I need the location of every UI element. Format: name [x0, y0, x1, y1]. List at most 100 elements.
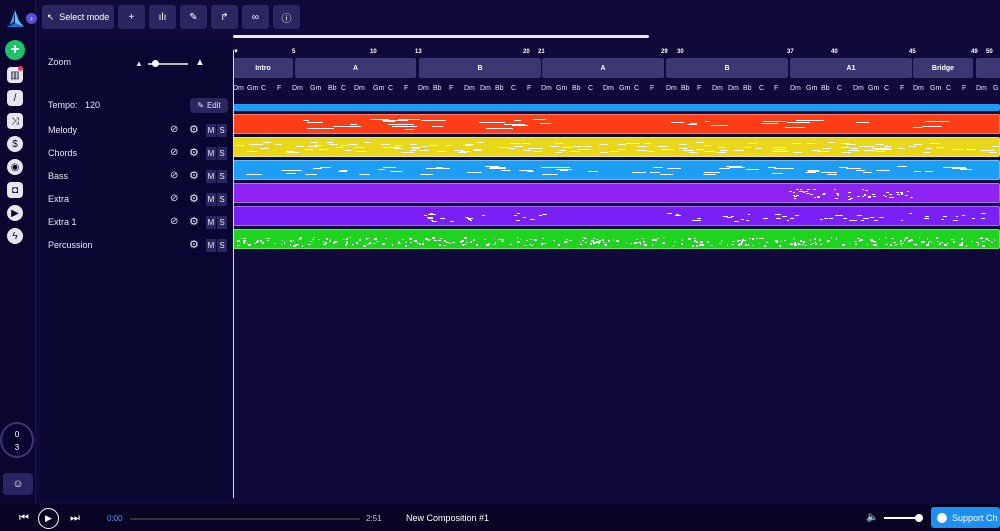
section-block[interactable]: Bridge [913, 58, 973, 78]
track-name[interactable]: Bass [48, 171, 68, 181]
select-mode-button[interactable]: ↖ Select mode [42, 5, 114, 29]
shuffle-icon[interactable]: ⤨ [7, 113, 23, 129]
settings-icon[interactable]: ⚙ [189, 169, 199, 182]
settings-icon[interactable]: ⚙ [189, 238, 199, 251]
track-row[interactable]: Extra 1 ⊘ ⚙ M S [40, 214, 232, 232]
solo-button[interactable]: S [217, 147, 227, 160]
chord-label[interactable]: F [527, 85, 531, 92]
record-icon[interactable]: ◉ [7, 159, 23, 175]
mute-button[interactable]: M [206, 216, 216, 229]
track-lane[interactable] [233, 229, 1000, 249]
logo-icon[interactable] [4, 8, 26, 30]
chord-label[interactable]: F [277, 85, 281, 92]
credits-ring[interactable]: 0 3 [0, 422, 34, 458]
chord-label[interactable]: F [774, 85, 778, 92]
chord-label[interactable]: Bb [433, 85, 442, 92]
skip-back-icon[interactable]: ⏮ [19, 512, 29, 525]
visibility-icon[interactable]: ⊘ [170, 193, 178, 204]
settings-icon[interactable]: ⚙ [189, 192, 199, 205]
expand-sidebar-icon[interactable]: › [26, 13, 37, 24]
volume-knob[interactable] [915, 514, 924, 522]
visibility-icon[interactable]: ⊘ [170, 170, 178, 181]
pen-icon[interactable]: / [7, 90, 23, 106]
chord-label[interactable]: F [449, 85, 453, 92]
playhead-flag-icon[interactable]: ▼ [233, 49, 239, 55]
visibility-icon[interactable]: ⊘ [170, 147, 178, 158]
horizontal-scrollbar[interactable] [233, 35, 649, 38]
dollar-icon[interactable]: $ [7, 136, 23, 152]
zoom-in-icon[interactable]: ▲ [195, 57, 205, 68]
settings-icon[interactable]: ⚙ [189, 123, 199, 136]
track-lane[interactable] [233, 206, 1000, 226]
track-name[interactable]: Chords [48, 148, 77, 158]
chord-label[interactable]: F [962, 85, 966, 92]
chord-label[interactable]: Dm [292, 85, 303, 92]
chord-label[interactable]: C [837, 85, 842, 92]
chord-label[interactable]: Bb [743, 85, 752, 92]
solo-button[interactable]: S [217, 170, 227, 183]
chord-label[interactable]: C [884, 85, 889, 92]
section-block[interactable]: A1 [790, 58, 912, 78]
mute-button[interactable]: M [206, 147, 216, 160]
chord-label[interactable]: Bb [821, 85, 830, 92]
solo-button[interactable]: S [217, 193, 227, 206]
settings-icon[interactable]: ⚙ [189, 146, 199, 159]
support-button[interactable]: Support Ch [931, 507, 1000, 528]
chord-label[interactable]: C [588, 85, 593, 92]
track-name[interactable]: Extra 1 [48, 217, 77, 227]
chord-label[interactable]: Bb [681, 85, 690, 92]
redo-button[interactable]: ↱ [211, 5, 238, 29]
settings-icon[interactable]: ⚙ [189, 215, 199, 228]
chord-label[interactable]: Dm [464, 85, 475, 92]
chord-label[interactable]: G [993, 85, 998, 92]
chord-label[interactable]: Dm [913, 85, 924, 92]
volume-icon[interactable]: 🔈 [866, 512, 878, 523]
playhead[interactable] [233, 50, 234, 498]
chord-label[interactable]: C [946, 85, 951, 92]
chord-label[interactable]: Dm [666, 85, 677, 92]
track-row[interactable]: Bass ⊘ ⚙ M S [40, 168, 232, 186]
chord-label[interactable]: Gm [930, 85, 941, 92]
chord-label[interactable]: Gm [247, 85, 258, 92]
chord-label[interactable]: Dm [354, 85, 365, 92]
track-row[interactable]: Extra ⊘ ⚙ M S [40, 191, 232, 209]
section-block[interactable]: B [666, 58, 788, 78]
track-name[interactable]: Extra [48, 194, 69, 204]
solo-button[interactable]: S [217, 216, 227, 229]
chord-label[interactable]: Dm [480, 85, 491, 92]
track-row[interactable]: Chords ⊘ ⚙ M S [40, 145, 232, 163]
chord-label[interactable]: Gm [373, 85, 384, 92]
chord-label[interactable]: Gm [556, 85, 567, 92]
chord-label[interactable]: C [341, 85, 346, 92]
chord-label[interactable]: Dm [976, 85, 987, 92]
chord-label[interactable]: Bb [328, 85, 337, 92]
zoom-out-icon[interactable]: ▲ [135, 59, 143, 68]
chord-label[interactable]: Dm [541, 85, 552, 92]
mute-button[interactable]: M [206, 170, 216, 183]
section-block[interactable]: Intro [233, 58, 293, 78]
chord-label[interactable]: F [697, 85, 701, 92]
solo-button[interactable]: S [217, 124, 227, 137]
chord-label[interactable]: F [404, 85, 408, 92]
visibility-icon[interactable]: ⊘ [170, 124, 178, 135]
chord-label[interactable]: Gm [806, 85, 817, 92]
add-icon[interactable]: + [5, 40, 25, 60]
user-icon[interactable]: ☺ [3, 473, 33, 495]
equalizer-button[interactable]: ılı [149, 5, 176, 29]
chord-label[interactable]: Bb [495, 85, 504, 92]
mute-button[interactable]: M [206, 193, 216, 206]
progress-bar[interactable] [130, 518, 360, 520]
section-block[interactable]: A [295, 58, 416, 78]
chord-label[interactable]: Dm [712, 85, 723, 92]
track-row[interactable]: Melody ⊘ ⚙ M S [40, 122, 232, 140]
play-icon[interactable]: ▶ [7, 205, 23, 221]
track-name[interactable]: Percussion [48, 240, 93, 250]
pencil-button[interactable]: ✎ [180, 5, 207, 29]
chord-label[interactable]: Gm [310, 85, 321, 92]
chord-label[interactable]: F [650, 85, 654, 92]
composition-name[interactable]: New Composition #1 [406, 513, 489, 523]
track-lane[interactable] [233, 137, 1000, 157]
chord-label[interactable]: Bb [572, 85, 581, 92]
chord-label[interactable]: Gm [868, 85, 879, 92]
track-name[interactable]: Melody [48, 125, 77, 135]
